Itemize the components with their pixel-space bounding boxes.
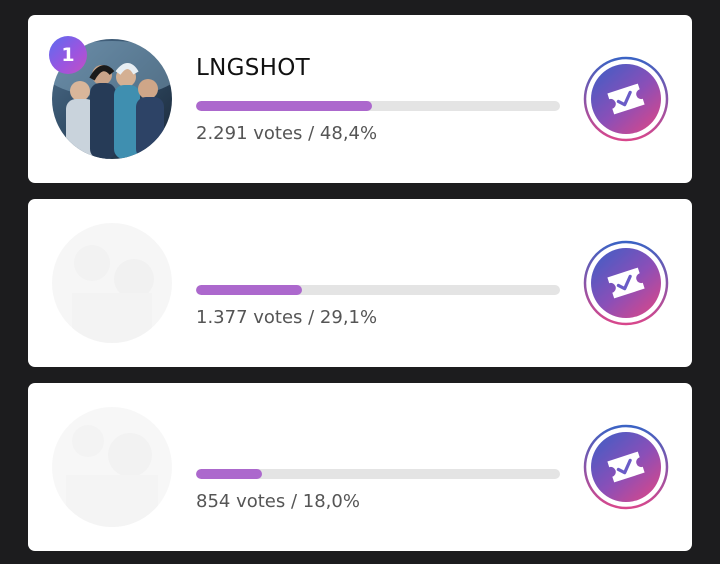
ticket-check-icon [583,424,669,510]
vote-progress-fill [196,469,262,479]
vote-progress-fill [196,101,373,111]
candidate-name: LNGSHOT [196,55,310,81]
vote-count-text: 2.291 votes / 48,4% [196,123,378,144]
vote-progress-fill [196,285,302,295]
candidate-avatar [52,407,172,527]
vote-button[interactable] [582,55,670,143]
poll-results-list: 1 LNGSHOT 2.291 votes / 48,4% 1.377 vote… [0,0,720,564]
vote-progress-bar [196,469,560,479]
ticket-check-icon [583,56,669,142]
ticket-check-icon [583,240,669,326]
vote-count-text: 1.377 votes / 29,1% [196,307,378,328]
rank-badge: 1 [49,36,87,74]
candidate-avatar [52,223,172,343]
poll-entry-card: 854 votes / 18,0% [28,383,692,551]
vote-button[interactable] [582,423,670,511]
vote-button[interactable] [582,239,670,327]
vote-progress-bar [196,101,560,111]
vote-count-text: 854 votes / 18,0% [196,491,360,512]
poll-entry-card: 1 LNGSHOT 2.291 votes / 48,4% [28,15,692,183]
vote-progress-bar [196,285,560,295]
poll-entry-card: 1.377 votes / 29,1% [28,199,692,367]
